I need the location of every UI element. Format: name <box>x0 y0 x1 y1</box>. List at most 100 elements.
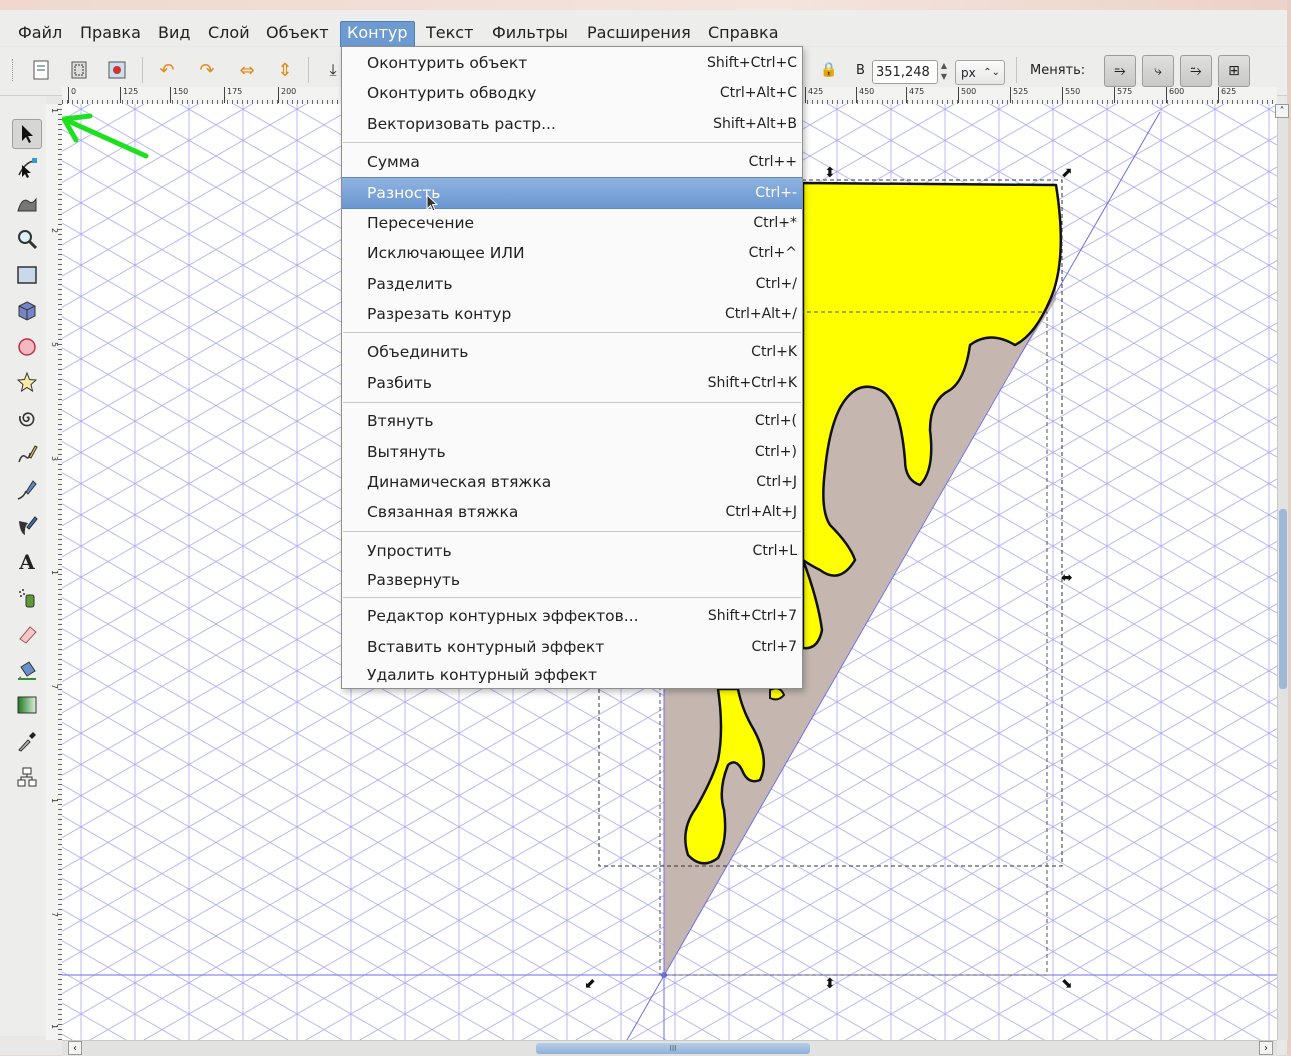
selector-icon[interactable] <box>12 119 42 149</box>
3d-box-icon[interactable] <box>12 296 42 326</box>
svg-text:⬍: ⬍ <box>824 976 836 992</box>
scale-corners-button[interactable]: ⤷ <box>1142 55 1174 87</box>
menu-item-stroke-to-path[interactable]: Оконтурить обводку Ctrl+Alt+C <box>342 78 802 108</box>
lock-ratio-icon[interactable]: 🔒 <box>814 55 844 85</box>
scale-stroke-button[interactable]: ⥱ <box>1104 55 1136 87</box>
unit-value: px <box>961 66 976 80</box>
menu-edit[interactable]: Правка <box>74 22 147 46</box>
menu-extensions[interactable]: Расширения <box>581 22 697 46</box>
paint-bucket-icon[interactable] <box>12 655 42 685</box>
menu-item-division[interactable]: Разделить Ctrl+/ <box>342 269 802 299</box>
ruler-tick: 7 <box>50 912 59 918</box>
pencil-icon[interactable] <box>12 439 42 469</box>
menu-item-combine[interactable]: Объединить Ctrl+K <box>342 337 802 367</box>
horizontal-scrollbar[interactable]: ‹ III › <box>62 1040 1277 1056</box>
menu-object[interactable]: Объект <box>260 22 335 46</box>
menu-item-label: Разделить <box>367 275 453 293</box>
menu-layer[interactable]: Слой <box>202 22 256 46</box>
flip-horizontal-icon[interactable]: ⇔ <box>232 55 262 85</box>
transform-patterns-button[interactable]: ⊞ <box>1218 55 1250 87</box>
menu-item-remove-path-effect[interactable]: Удалить контурный эффект <box>342 660 802 690</box>
node-icon[interactable] <box>12 153 42 183</box>
menu-item-shortcut: Ctrl+) <box>754 444 797 460</box>
ruler-tick: 7 <box>50 684 59 690</box>
ruler-tick: 5 <box>50 342 59 348</box>
star-icon[interactable] <box>12 367 42 397</box>
menu-item-shortcut: Shift+Ctrl+7 <box>707 608 797 624</box>
select-all-icon[interactable] <box>26 55 56 85</box>
eraser-icon[interactable] <box>12 619 42 649</box>
menu-item-linked-offset[interactable]: Связанная втяжка Ctrl+Alt+J <box>342 497 802 527</box>
flip-vertical-icon[interactable]: ⇕ <box>270 55 300 85</box>
menu-item-intersection[interactable]: Пересечение Ctrl+* <box>342 208 802 238</box>
menu-item-label: Объединить <box>367 343 469 361</box>
menu-item-dynamic-offset[interactable]: Динамическая втяжка Ctrl+J <box>342 467 802 497</box>
menu-path[interactable]: Контур <box>340 21 415 47</box>
scroll-right-button[interactable]: › <box>1259 1041 1273 1055</box>
calligraphy-icon[interactable] <box>12 511 42 541</box>
menu-text[interactable]: Текст <box>420 22 479 46</box>
spiral-icon[interactable] <box>12 403 42 433</box>
menu-item-label: Вытянуть <box>367 443 446 461</box>
unit-select[interactable]: px ⌃⌄ <box>955 60 1005 85</box>
menu-item-difference[interactable]: Разность Ctrl+- <box>342 177 802 212</box>
rotate-ccw-icon[interactable]: ↶ <box>152 55 182 85</box>
deselect-icon[interactable] <box>102 55 132 85</box>
height-input[interactable]: 351,248 <box>872 60 938 84</box>
text-icon[interactable]: A <box>12 547 42 577</box>
menu-item-label: Векторизовать растр... <box>367 115 556 133</box>
menu-item-union[interactable]: Сумма Ctrl++ <box>342 147 802 177</box>
vertical-scrollbar[interactable]: ˄ <box>1275 104 1289 1040</box>
menu-item-cut-path[interactable]: Разрезать контур Ctrl+Alt+/ <box>342 299 802 329</box>
menu-file[interactable]: Файл <box>12 22 68 46</box>
scroll-up-button[interactable]: ˄ <box>1275 104 1289 118</box>
vertical-scroll-thumb[interactable] <box>1279 509 1287 689</box>
menu-item-label: Развернуть <box>367 571 461 589</box>
menu-item-shortcut: Ctrl+^ <box>748 245 797 261</box>
spray-icon[interactable] <box>12 583 42 613</box>
select-all-layers-icon[interactable] <box>64 55 94 85</box>
menu-item-reverse[interactable]: Развернуть <box>342 565 802 595</box>
toolbar-separator <box>142 57 143 83</box>
toolbar-separator <box>1016 57 1017 83</box>
menu-item-simplify[interactable]: Упростить Ctrl+L <box>342 536 802 566</box>
rotate-cw-icon[interactable]: ↷ <box>192 55 222 85</box>
yellow-drop[interactable] <box>769 687 786 701</box>
menu-item-break-apart[interactable]: Разбить Shift+Ctrl+K <box>342 368 802 398</box>
dropper-icon[interactable] <box>12 726 42 756</box>
scale-corners-icon: ⤷ <box>1154 63 1162 79</box>
toolbar-grip[interactable] <box>12 59 16 81</box>
height-spinner[interactable]: ▲ ▼ <box>938 60 950 84</box>
menubar: Файл Правка Вид Слой Объект Контур Текст… <box>0 10 1287 47</box>
svg-text:⬋: ⬋ <box>584 976 596 992</box>
menu-item-object-to-path[interactable]: Оконтурить объект Shift+Ctrl+C <box>342 48 802 78</box>
rectangle-icon[interactable] <box>12 260 42 290</box>
menu-separator <box>343 332 801 333</box>
menu-view[interactable]: Вид <box>152 22 196 46</box>
menu-item-path-effect-editor[interactable]: Редактор контурных эффектов... Shift+Ctrl… <box>342 601 802 631</box>
pen-icon[interactable] <box>12 475 42 505</box>
transform-gradients-icon: ⥲ <box>1190 63 1202 79</box>
menu-item-exclusion[interactable]: Исключающее ИЛИ Ctrl+^ <box>342 238 802 268</box>
menu-item-label: Исключающее ИЛИ <box>367 244 525 262</box>
menu-item-trace-bitmap[interactable]: Векторизовать растр... Shift+Alt+B <box>342 109 802 139</box>
gradient-icon[interactable] <box>12 690 42 720</box>
circle-icon[interactable] <box>12 332 42 362</box>
menu-help[interactable]: Справка <box>702 22 785 46</box>
zoom-icon[interactable] <box>12 224 42 254</box>
horizontal-scroll-thumb[interactable]: III <box>536 1043 810 1054</box>
menu-item-label: Разрезать контур <box>367 305 512 323</box>
menu-item-paste-path-effect[interactable]: Вставить контурный эффект Ctrl+7 <box>342 632 802 662</box>
ruler-tick: 150 <box>170 87 188 103</box>
transform-gradients-button[interactable]: ⥲ <box>1180 55 1212 87</box>
menu-item-shortcut: Shift+Alt+B <box>713 116 797 132</box>
menu-filters[interactable]: Фильтры <box>486 22 574 46</box>
menu-item-inset[interactable]: Втянуть Ctrl+( <box>342 406 802 436</box>
ruler-tick: 1 <box>50 798 59 804</box>
menu-item-outset[interactable]: Вытянуть Ctrl+) <box>342 437 802 467</box>
connector-icon[interactable] <box>12 762 42 792</box>
scroll-left-button[interactable]: ‹ <box>68 1041 82 1055</box>
tweak-icon[interactable] <box>12 189 42 219</box>
menu-item-label: Разбить <box>367 374 432 392</box>
menu-item-shortcut: Ctrl+Alt+J <box>725 504 797 520</box>
